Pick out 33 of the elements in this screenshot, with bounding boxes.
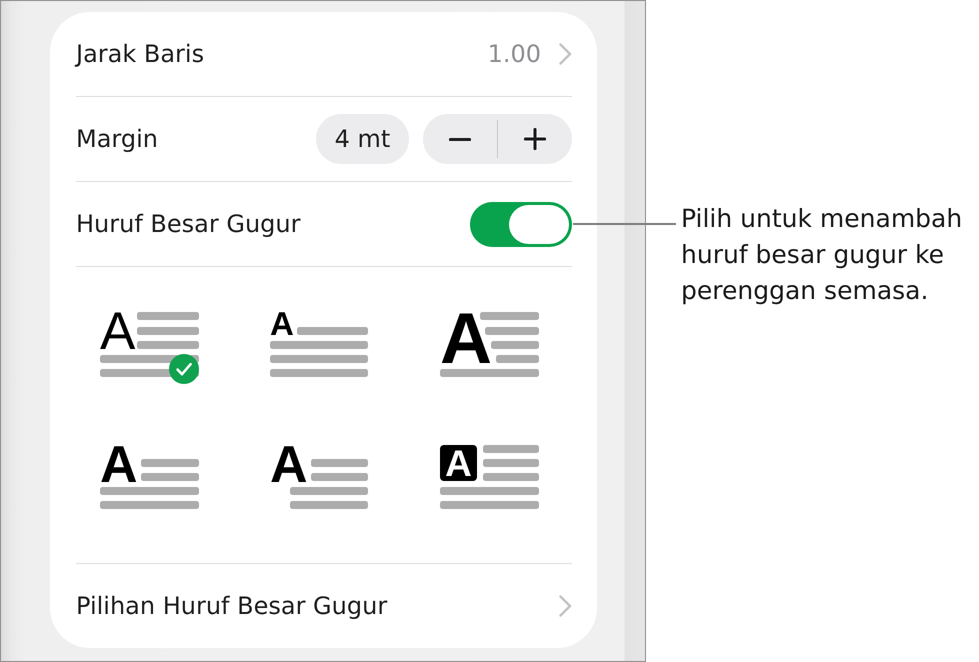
text-line-placeholder — [141, 459, 199, 467]
text-line-placeholder — [496, 355, 539, 363]
setting-value: 1.00 — [488, 40, 541, 68]
text-line-placeholder — [141, 473, 199, 481]
chevron-right-icon — [559, 43, 572, 65]
text-line-placeholder — [137, 341, 199, 349]
drop-cap-style-button[interactable]: A — [100, 445, 200, 517]
plus-icon — [524, 128, 546, 150]
text-line-placeholder — [491, 341, 539, 349]
drop-cap-style-button[interactable]: A — [440, 312, 540, 384]
setting-label: Margin — [76, 125, 159, 153]
text-line-placeholder — [137, 312, 199, 320]
drop-cap-style-button[interactable]: A — [270, 312, 370, 384]
checkmark-icon — [169, 354, 199, 384]
chevron-right-icon — [559, 595, 572, 617]
text-line-placeholder — [483, 473, 539, 481]
setting-label: Jarak Baris — [76, 40, 206, 68]
letter-tile — [440, 445, 477, 481]
toggle-switch[interactable] — [470, 202, 572, 246]
value-field[interactable]: 4 mt — [316, 114, 409, 164]
text-line-placeholder — [483, 445, 539, 453]
text-line-placeholder — [297, 327, 368, 335]
text-line-placeholder — [311, 459, 368, 467]
setting-label: Huruf Besar Gugur — [76, 210, 302, 238]
text-line-placeholder — [483, 459, 539, 467]
drop-cap-style-button[interactable]: A — [270, 445, 370, 517]
drop-cap-style-button[interactable]: A — [100, 312, 200, 384]
drop-cap-style-button[interactable]: A — [440, 445, 540, 517]
callout-text: Pilih untuk menambah huruf besar gugur ke perenggan semasa. — [681, 203, 964, 307]
text-line-placeholder — [311, 473, 368, 481]
setting-label: Pilihan Huruf Besar Gugur — [76, 592, 388, 620]
text-line-placeholder — [137, 327, 199, 335]
minus-icon — [449, 138, 471, 140]
